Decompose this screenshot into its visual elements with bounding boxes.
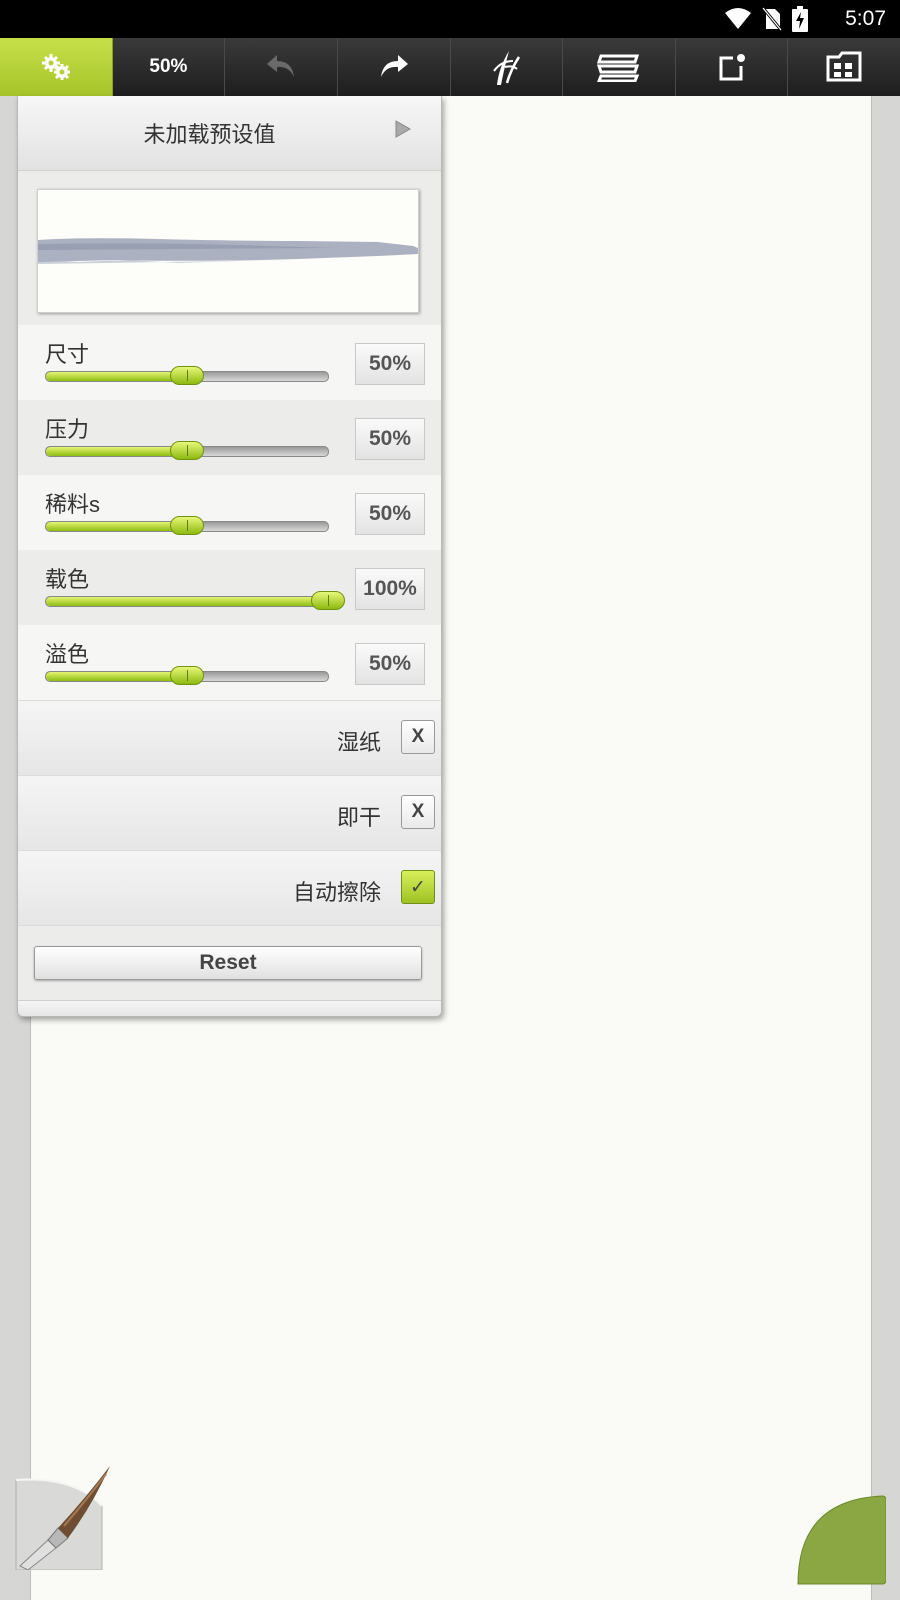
layers-icon — [596, 54, 640, 82]
slider-row-pressure: 压力 50% — [18, 400, 441, 475]
zoom-button[interactable]: 50% — [113, 38, 226, 96]
pressure-slider-fill — [46, 447, 187, 456]
redo-icon — [380, 55, 408, 77]
panel-footer — [18, 1000, 441, 1016]
thinner-value[interactable]: 50% — [355, 493, 425, 535]
gallery-button[interactable] — [788, 38, 900, 96]
reset-row: Reset — [18, 925, 441, 1000]
pressure-value[interactable]: 50% — [355, 418, 425, 460]
brush-select-button[interactable] — [451, 38, 564, 96]
slider-row-size: 尺寸 50% — [18, 325, 441, 400]
auto-erase-label: 自动擦除 — [292, 880, 381, 905]
wifi-icon — [725, 8, 751, 29]
thinner-slider-thumb[interactable] — [170, 516, 204, 535]
pressure-slider-thumb[interactable] — [170, 441, 204, 460]
brush-stroke-sample — [38, 238, 418, 264]
status-bar: 5:07 — [0, 0, 900, 38]
wet-paper-label: 湿纸 — [336, 730, 381, 755]
slider-row-load: 载色 100% — [18, 550, 441, 625]
bleed-slider[interactable] — [45, 666, 329, 685]
load-label: 载色 — [45, 567, 90, 592]
size-label: 尺寸 — [45, 342, 90, 367]
size-slider[interactable] — [45, 366, 329, 385]
bleed-slider-fill — [46, 672, 187, 681]
stroke-preview — [37, 189, 419, 313]
no-sim-icon — [762, 7, 782, 31]
zoom-label: 50% — [149, 56, 188, 77]
color-swatch — [797, 1495, 887, 1585]
pressure-slider[interactable] — [45, 441, 329, 460]
paintbrush-icon — [15, 1466, 110, 1571]
settings-button[interactable] — [0, 38, 113, 96]
export-icon — [719, 54, 745, 81]
instant-dry-checkbox[interactable]: X — [401, 795, 435, 829]
preset-label: 未加载预设值 — [143, 122, 276, 147]
load-slider-thumb[interactable] — [311, 591, 345, 610]
instant-dry-label: 即干 — [336, 805, 381, 830]
load-slider[interactable] — [45, 591, 345, 610]
size-value[interactable]: 50% — [355, 343, 425, 385]
bleed-value[interactable]: 50% — [355, 643, 425, 685]
undo-button[interactable] — [225, 38, 338, 96]
preset-selector[interactable]: 未加载预设值 — [18, 96, 441, 171]
brush-tool-button[interactable] — [14, 1466, 114, 1571]
thinner-slider[interactable] — [45, 516, 329, 535]
thinner-slider-fill — [46, 522, 187, 531]
play-arrow-icon — [395, 120, 411, 138]
pressure-label: 压力 — [45, 417, 90, 442]
undo-icon — [267, 55, 295, 77]
bleed-label: 溢色 — [45, 642, 90, 667]
color-picker-button[interactable] — [794, 1494, 887, 1586]
check-row-auto-erase: 自动擦除 ✓ — [18, 850, 441, 925]
stroke-preview-container — [18, 171, 441, 325]
check-row-instant-dry: 即干 X — [18, 775, 441, 850]
size-slider-thumb[interactable] — [170, 366, 204, 385]
export-button[interactable] — [676, 38, 789, 96]
layers-button[interactable] — [563, 38, 676, 96]
wet-paper-checkbox[interactable]: X — [401, 720, 435, 754]
redo-button[interactable] — [338, 38, 451, 96]
toolbar: 50% — [0, 38, 900, 97]
slider-row-thinner: 稀料s 50% — [18, 475, 441, 550]
bleed-slider-thumb[interactable] — [170, 666, 204, 685]
auto-erase-checkbox[interactable]: ✓ — [401, 870, 435, 904]
status-time: 5:07 — [845, 7, 886, 30]
reset-button[interactable]: Reset — [34, 946, 422, 980]
brush-select-icon — [493, 51, 521, 85]
brush-settings-panel: 未加载预设值 尺寸 50% 压力 50% 稀料s 50% 载色 100% 溢色 … — [17, 96, 442, 1017]
thinner-label: 稀料s — [45, 492, 101, 517]
settings-icon — [41, 54, 70, 80]
size-slider-fill — [46, 372, 187, 381]
load-slider-fill — [46, 597, 328, 606]
gallery-icon — [826, 51, 862, 82]
check-row-wet-paper: 湿纸 X — [18, 700, 441, 775]
load-value[interactable]: 100% — [355, 568, 425, 610]
battery-charging-icon — [792, 6, 808, 32]
slider-row-bleed: 溢色 50% — [18, 625, 441, 700]
canvas-right-margin — [870, 96, 900, 1600]
